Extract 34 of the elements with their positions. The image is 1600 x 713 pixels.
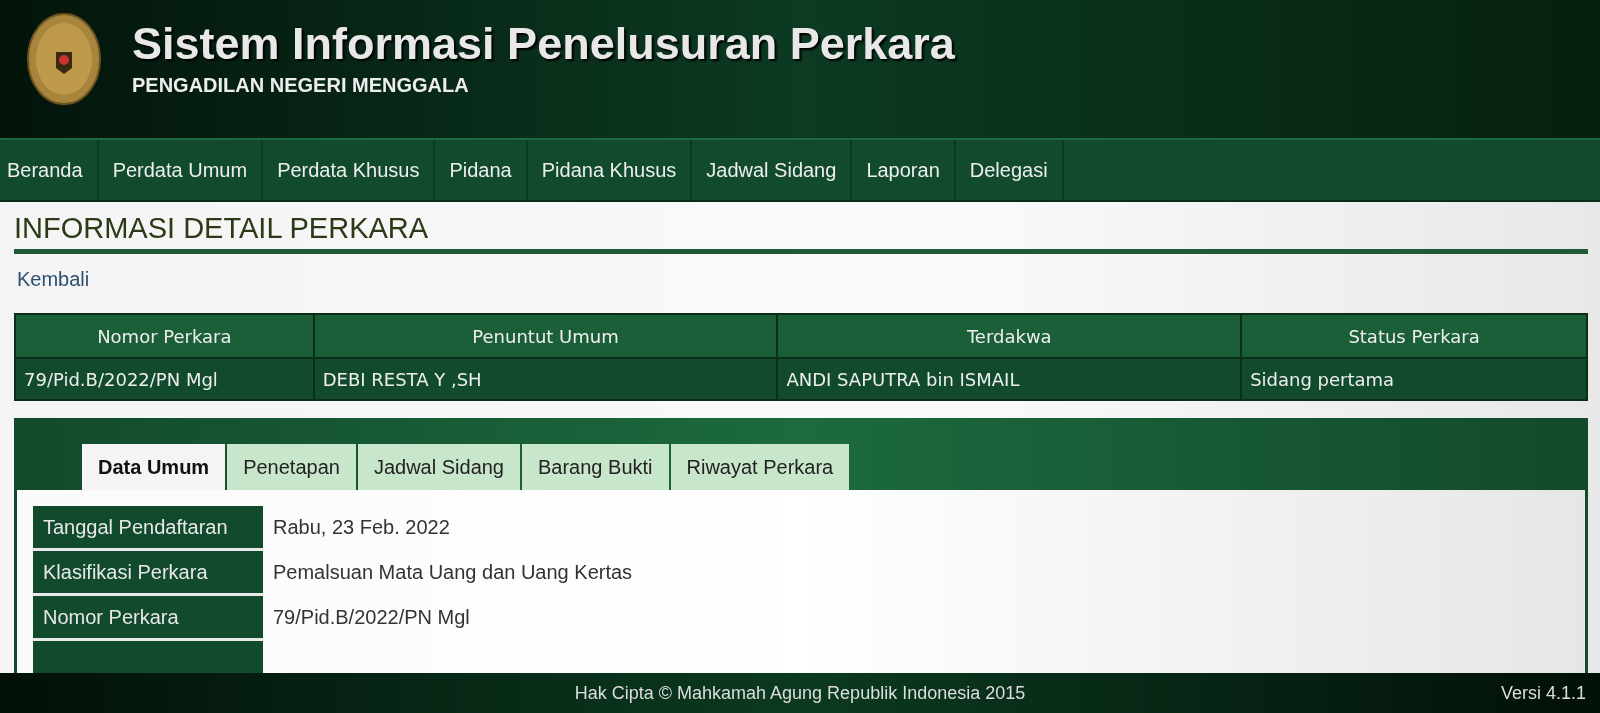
court-name: PENGADILAN NEGERI MENGGALA: [132, 74, 470, 97]
back-link[interactable]: Kembali: [14, 254, 1588, 303]
field-label: Nomor Perkara: [33, 594, 263, 640]
nav-item[interactable]: Laporan: [852, 140, 956, 200]
nav-item[interactable]: Pidana Khusus: [527, 140, 693, 200]
nav-item[interactable]: Perdata Umum: [98, 140, 264, 200]
nav-item[interactable]: Jadwal Sidang: [692, 140, 853, 200]
column-header: Terdakwa: [777, 314, 1242, 358]
emblem-logo-icon: [26, 12, 102, 106]
table-cell: DEBI RESTA Y ,SH: [313, 358, 778, 400]
field-value: Pemalsuan Mata Uang dan Uang Kertas: [263, 549, 643, 595]
nav-item[interactable]: Pidana: [435, 140, 528, 200]
table-cell: 79/Pid.B/2022/PN Mgl: [15, 358, 314, 400]
field-label: Klasifikasi Perkara: [33, 549, 263, 595]
copyright-text: Hak Cipta © Mahkamah Agung Republik Indonesia 2015: [574, 682, 1026, 704]
tab[interactable]: Data Umum: [82, 444, 226, 490]
tab[interactable]: Jadwal Sidang: [357, 444, 520, 490]
tab[interactable]: Penetapan: [227, 444, 356, 490]
table-cell: ANDI SAPUTRA bin ISMAIL: [777, 358, 1242, 400]
nav-item[interactable]: Perdata Khusus: [263, 140, 436, 200]
page-title: INFORMASI DETAIL PERKARA: [14, 212, 1588, 254]
tab[interactable]: Riwayat Perkara: [670, 444, 850, 490]
version-text: Versi 4.1.1: [1500, 682, 1586, 704]
nav-item[interactable]: Beranda: [0, 140, 99, 200]
nav-item[interactable]: Delegasi: [955, 140, 1064, 200]
field-value: Rabu, 23 Feb. 2022: [263, 506, 643, 550]
field-label: Tanggal Pendaftaran: [33, 506, 263, 550]
column-header: Penuntut Umum: [313, 314, 778, 358]
column-header: Nomor Perkara: [15, 314, 314, 358]
site-title: Sistem Informasi Penelusuran Perkara: [132, 18, 955, 70]
column-header: Status Perkara: [1241, 314, 1587, 358]
table-cell: Sidang pertama: [1241, 358, 1587, 400]
tab[interactable]: Barang Bukti: [522, 444, 669, 490]
field-value: 79/Pid.B/2022/PN Mgl: [263, 594, 643, 640]
